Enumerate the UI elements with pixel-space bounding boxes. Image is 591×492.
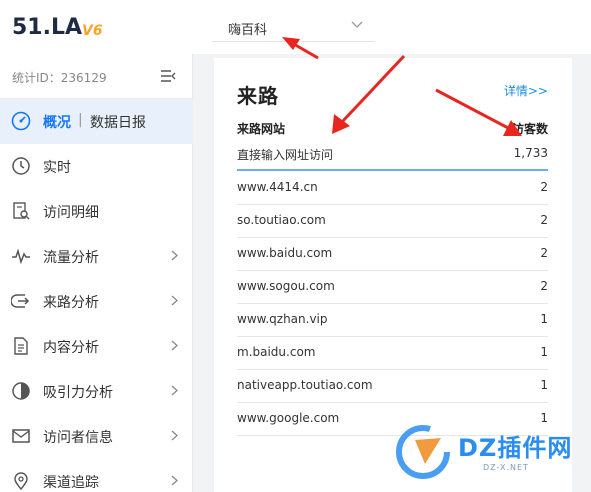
- sidebar-item-label: 实时: [43, 160, 71, 176]
- site-select[interactable]: 嗨百科: [212, 12, 375, 42]
- visitors-cell: 1: [540, 378, 548, 392]
- sidebar-item-label: 访问明细: [43, 205, 99, 221]
- visitors-cell: 1: [540, 312, 548, 326]
- column-header-source: 来路网站: [237, 122, 286, 136]
- table-row[interactable]: www.qzhan.vip 1: [237, 304, 548, 337]
- chevron-right-icon: [171, 385, 178, 396]
- chevron-right-icon: [171, 430, 178, 441]
- sidebar-item-referrer[interactable]: 来路分析: [0, 279, 193, 324]
- stat-id: 统计ID：236129: [12, 71, 107, 85]
- sidebar: 统计ID：236129 概况 | 数据日报 实时 访问明细 流量分析 来路分析 …: [0, 54, 193, 492]
- table-row[interactable]: m.baidu.com 1: [237, 337, 548, 370]
- sidebar-item-visit-detail[interactable]: 访问明细: [0, 189, 193, 234]
- brand-logo[interactable]: 51.LA V6: [12, 12, 112, 40]
- mail-icon: [12, 429, 30, 443]
- sidebar-item-label: 吸引力分析: [43, 385, 113, 401]
- traffic-pulse-icon: [12, 248, 30, 265]
- sidebar-item-channel[interactable]: 渠道追踪: [0, 459, 193, 492]
- table-row[interactable]: so.toutiao.com 2: [237, 205, 548, 238]
- column-header-visitors: 访客数: [511, 122, 548, 136]
- visitors-cell: 1: [540, 345, 548, 359]
- label-separator: |: [78, 112, 83, 128]
- source-cell: www.google.com: [237, 411, 340, 425]
- visitors-cell: 2: [540, 180, 548, 194]
- attraction-icon: [12, 382, 30, 400]
- sidebar-item-realtime[interactable]: 实时: [0, 144, 193, 189]
- sidebar-item-label: 内容分析: [43, 340, 99, 356]
- sidebar-item-attraction[interactable]: 吸引力分析: [0, 369, 193, 414]
- source-cell: www.sogou.com: [237, 279, 335, 293]
- sidebar-item-traffic[interactable]: 流量分析: [0, 234, 193, 279]
- sidebar-item-label: 来路分析: [43, 295, 99, 311]
- svg-text:51.LA: 51.LA: [12, 15, 82, 40]
- visit-detail-icon: [13, 202, 30, 220]
- source-cell: nativeapp.toutiao.com: [237, 378, 373, 392]
- chevron-right-icon: [171, 340, 178, 351]
- table-row[interactable]: 直接输入网址访问 1,733: [237, 138, 548, 171]
- sidebar-item-label: 流量分析: [43, 250, 99, 266]
- sidebar-item-label: 概况: [43, 115, 71, 131]
- location-pin-icon: [14, 472, 28, 491]
- svg-text:V6: V6: [82, 23, 103, 39]
- document-icon: [14, 337, 28, 355]
- collapse-menu-icon[interactable]: [160, 69, 176, 83]
- chevron-right-icon: [171, 475, 178, 486]
- sidebar-item-overview[interactable]: 概况 | 数据日报: [0, 99, 193, 144]
- source-cell: www.baidu.com: [237, 246, 333, 260]
- sidebar-item-content[interactable]: 内容分析: [0, 324, 193, 369]
- sidebar-item-label: 访问者信息: [43, 430, 113, 446]
- source-cell: m.baidu.com: [237, 345, 316, 359]
- chevron-right-icon: [171, 295, 178, 306]
- site-select-value: 嗨百科: [228, 23, 268, 38]
- chevron-down-icon: [351, 21, 363, 28]
- source-cell: www.qzhan.vip: [237, 312, 328, 326]
- top-bar: 51.LA V6 嗨百科: [0, 0, 591, 54]
- source-cell: 直接输入网址访问: [237, 148, 334, 162]
- card-title: 来路: [237, 84, 279, 108]
- referrer-icon: [11, 294, 30, 308]
- table-row[interactable]: www.sogou.com 2: [237, 271, 548, 304]
- chevron-right-icon: [171, 250, 178, 261]
- visitors-cell: 2: [540, 246, 548, 260]
- source-cell: www.4414.cn: [237, 180, 318, 194]
- dashboard-icon: [11, 111, 31, 131]
- sidebar-item-label: 渠道追踪: [43, 475, 99, 491]
- watermark-subtext: DZ-X.NET: [483, 463, 529, 472]
- visitors-cell: 2: [540, 279, 548, 293]
- visitors-cell: 2: [540, 213, 548, 227]
- table-row[interactable]: nativeapp.toutiao.com 1: [237, 370, 548, 403]
- source-cell: so.toutiao.com: [237, 213, 326, 227]
- details-link[interactable]: 详情>>: [504, 82, 548, 99]
- sidebar-item-daily-report[interactable]: 数据日报: [90, 112, 146, 132]
- visitors-cell: 1,733: [513, 146, 548, 160]
- table-row[interactable]: www.baidu.com 2: [237, 238, 548, 271]
- sidebar-item-visitor-info[interactable]: 访问者信息: [0, 414, 193, 459]
- watermark-text: DZ插件网: [458, 434, 573, 462]
- table-row[interactable]: www.4414.cn 2: [237, 172, 548, 205]
- clock-icon: [12, 157, 30, 175]
- stat-id-row: 统计ID：236129: [0, 54, 193, 99]
